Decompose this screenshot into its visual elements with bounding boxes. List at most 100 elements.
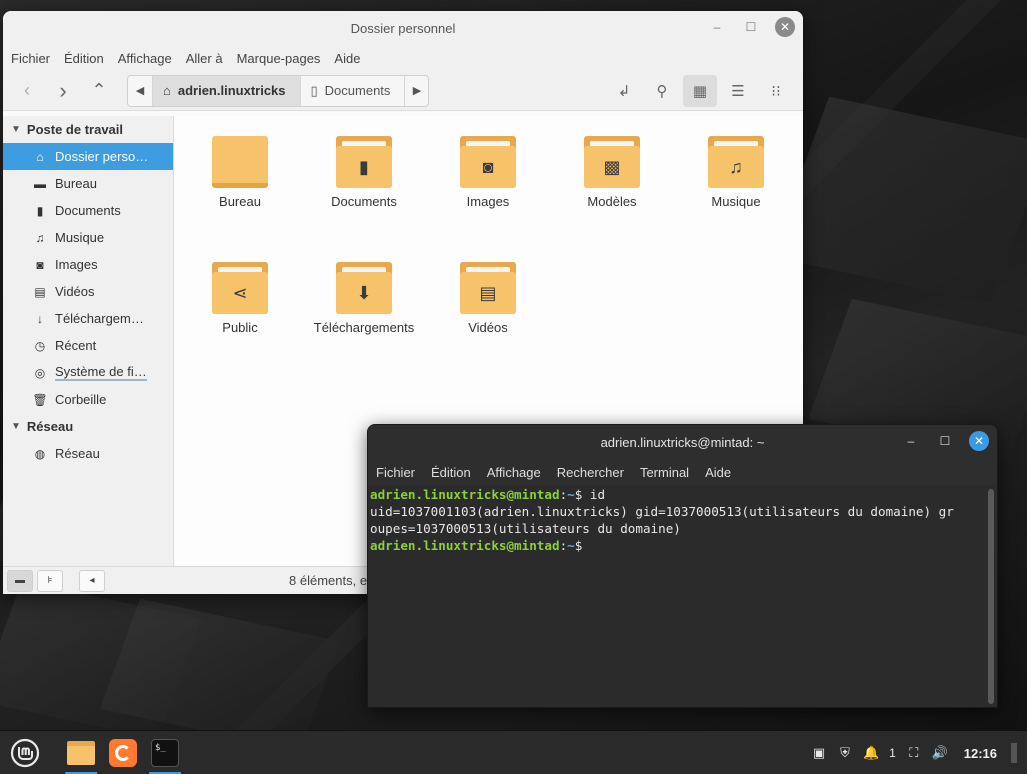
terminal-output[interactable]: adrien.linuxtricks@mintad:~$ id uid=1037… — [368, 486, 988, 707]
folder-item-musique[interactable]: ♫ Musique — [681, 136, 791, 209]
menu-fichier[interactable]: Fichier — [11, 51, 50, 66]
folder-item-documents[interactable]: ▮ Documents — [309, 136, 419, 209]
folder-downloads-icon: ⬇ — [336, 262, 392, 314]
menu-edition[interactable]: Édition — [64, 51, 104, 66]
menu-affichage[interactable]: Affichage — [487, 465, 541, 480]
path-bar: ◀ ⌂ adrien.linuxtricks ▯ Documents ▶ — [127, 74, 430, 107]
sidebar-item-images[interactable]: ◙ Images — [3, 251, 173, 278]
folder-item-bureau[interactable]: Bureau — [185, 136, 295, 209]
forward-button[interactable]: › — [45, 76, 81, 106]
desktop-icon: ▬ — [34, 176, 46, 191]
path-segment-home[interactable]: ⌂ adrien.linuxtricks — [152, 75, 300, 106]
show-desktop-button[interactable] — [1011, 743, 1017, 763]
terminal-line: adrien.linuxtricks@mintad:~$ — [370, 538, 583, 553]
compact-view-button[interactable]: ⁝⁝ — [759, 75, 793, 107]
sidebar: ▼ Poste de travail ⌂ Dossier perso… ▬ Burea… — [3, 116, 174, 566]
sidebar-item-musique[interactable]: ♫ Musique — [3, 224, 173, 251]
sidebar-section-reseau[interactable]: ▼ Réseau — [3, 413, 173, 440]
close-button[interactable]: ✕ — [969, 431, 989, 451]
terminal-titlebar[interactable]: adrien.linuxtricks@mintad: ~ – ☐ ✕ — [368, 425, 997, 459]
sidebar-item-telechargements[interactable]: ↓ Téléchargem… — [3, 305, 173, 332]
menu-fichier[interactable]: Fichier — [376, 465, 415, 480]
folder-item-telechargements[interactable]: ⬇ Téléchargements — [309, 262, 419, 335]
minimize-button[interactable]: – — [901, 431, 921, 451]
menu-aller-a[interactable]: Aller à — [186, 51, 223, 66]
taskbar-files-button[interactable] — [62, 734, 100, 774]
menu-terminal[interactable]: Terminal — [640, 465, 689, 480]
sidebar-item-home[interactable]: ⌂ Dossier perso… — [3, 143, 173, 170]
film-icon: ▤ — [34, 284, 46, 299]
back-button[interactable]: ‹ — [9, 76, 45, 106]
sidebar-item-label: Vidéos — [55, 284, 95, 299]
camera-icon: ◙ — [36, 257, 44, 272]
minimize-button[interactable]: – — [707, 17, 727, 37]
download-icon: ↓ — [37, 311, 43, 326]
firefox-icon — [109, 738, 137, 767]
path-segment-documents[interactable]: ▯ Documents — [299, 75, 405, 106]
notifications-icon[interactable]: 🔔 — [863, 745, 879, 761]
folder-item-modeles[interactable]: ▩ Modèles — [557, 136, 667, 209]
menu-marque-pages[interactable]: Marque-pages — [237, 51, 321, 66]
mint-menu-button[interactable] — [6, 734, 44, 772]
folder-images-icon: ◙ — [460, 136, 516, 188]
hide-sidebar-button[interactable]: ◂ — [79, 569, 105, 592]
folder-item-videos[interactable]: ▤ Vidéos — [433, 262, 543, 335]
sidebar-section-poste-de-travail[interactable]: ▼ Poste de travail — [3, 116, 173, 143]
sidebar-item-systeme-de-fichiers[interactable]: ◎ Système de fi… — [3, 359, 173, 386]
shield-icon[interactable]: ⛨ — [837, 745, 853, 761]
sidebar-item-corbeille[interactable]: 🗑 Corbeille — [3, 386, 173, 413]
folder-label: Musique — [711, 194, 761, 209]
volume-icon[interactable]: 🔊 — [932, 745, 948, 761]
close-button[interactable]: ✕ — [775, 17, 795, 37]
terminal-line: uid=1037001103(adrien.linuxtricks) gid=1… — [370, 504, 954, 519]
show-places-button[interactable]: ▬ — [7, 569, 33, 592]
folder-item-images[interactable]: ◙ Images — [433, 136, 543, 209]
folder-label: Public — [222, 320, 258, 335]
folder-label: Modèles — [587, 194, 637, 209]
clipboard-icon[interactable]: ▣ — [811, 745, 827, 761]
sidebar-item-documents[interactable]: ▮ Documents — [3, 197, 173, 224]
section-label: Réseau — [26, 419, 74, 434]
window-title: Dossier personnel — [350, 20, 456, 36]
maximize-button[interactable]: ☐ — [741, 17, 761, 37]
list-view-button[interactable]: ☰ — [721, 75, 755, 107]
toggle-location-button[interactable]: ↲ — [607, 75, 641, 107]
taskbar: $_ ▣ ⛨ 🔔 1 ⛶ 🔊 12:16 — [0, 730, 1027, 774]
sidebar-item-bureau[interactable]: ▬ Bureau — [3, 170, 173, 197]
icon-view-button[interactable]: ▦ — [683, 75, 717, 107]
system-tray: ▣ ⛨ 🔔 1 ⛶ 🔊 12:16 — [811, 731, 1017, 774]
maximize-button[interactable]: ☐ — [935, 431, 955, 451]
path-scroll-left-button[interactable]: ◀ — [128, 76, 152, 106]
toolbar: ‹ › ⌃ ◀ ⌂ adrien.linuxtricks ▯ Documents… — [3, 71, 803, 111]
sidebar-item-label: Dossier perso… — [55, 149, 149, 164]
menu-edition[interactable]: Édition — [431, 465, 471, 480]
path-scroll-right-button[interactable]: ▶ — [404, 75, 428, 106]
network-icon: ◍ — [34, 446, 46, 461]
taskbar-terminal-button[interactable]: $_ — [146, 734, 184, 774]
folder-icon — [212, 136, 268, 188]
file-manager-titlebar[interactable]: Dossier personnel – ☐ ✕ — [3, 11, 803, 45]
sidebar-item-videos[interactable]: ▤ Vidéos — [3, 278, 173, 305]
folder-item-public[interactable]: ⋖ Public — [185, 262, 295, 335]
clock[interactable]: 12:16 — [964, 746, 997, 761]
folder-public-icon: ⋖ — [212, 262, 268, 314]
up-button[interactable]: ⌃ — [81, 76, 117, 106]
menu-affichage[interactable]: Affichage — [118, 51, 172, 66]
menu-aide[interactable]: Aide — [705, 465, 731, 480]
taskbar-firefox-button[interactable] — [104, 734, 142, 772]
menu-aide[interactable]: Aide — [334, 51, 360, 66]
menu-rechercher[interactable]: Rechercher — [557, 465, 624, 480]
sidebar-item-reseau[interactable]: ◍ Réseau — [3, 440, 173, 467]
sidebar-item-label: Système de fi… — [55, 364, 147, 381]
terminal-scrollbar[interactable] — [988, 489, 994, 704]
clock-icon: ◷ — [34, 338, 46, 353]
prompt-user: adrien.linuxtricks@mintad — [370, 538, 560, 553]
search-button[interactable]: ⚲ — [645, 75, 679, 107]
sidebar-item-label: Bureau — [55, 176, 97, 191]
network-icon[interactable]: ⛶ — [906, 745, 922, 761]
prompt-path: ~ — [567, 487, 575, 502]
prompt-user: adrien.linuxtricks@mintad — [370, 487, 560, 502]
sidebar-item-recent[interactable]: ◷ Récent — [3, 332, 173, 359]
show-tree-button[interactable]: ⊧ — [37, 569, 63, 592]
sidebar-item-label: Images — [55, 257, 98, 272]
